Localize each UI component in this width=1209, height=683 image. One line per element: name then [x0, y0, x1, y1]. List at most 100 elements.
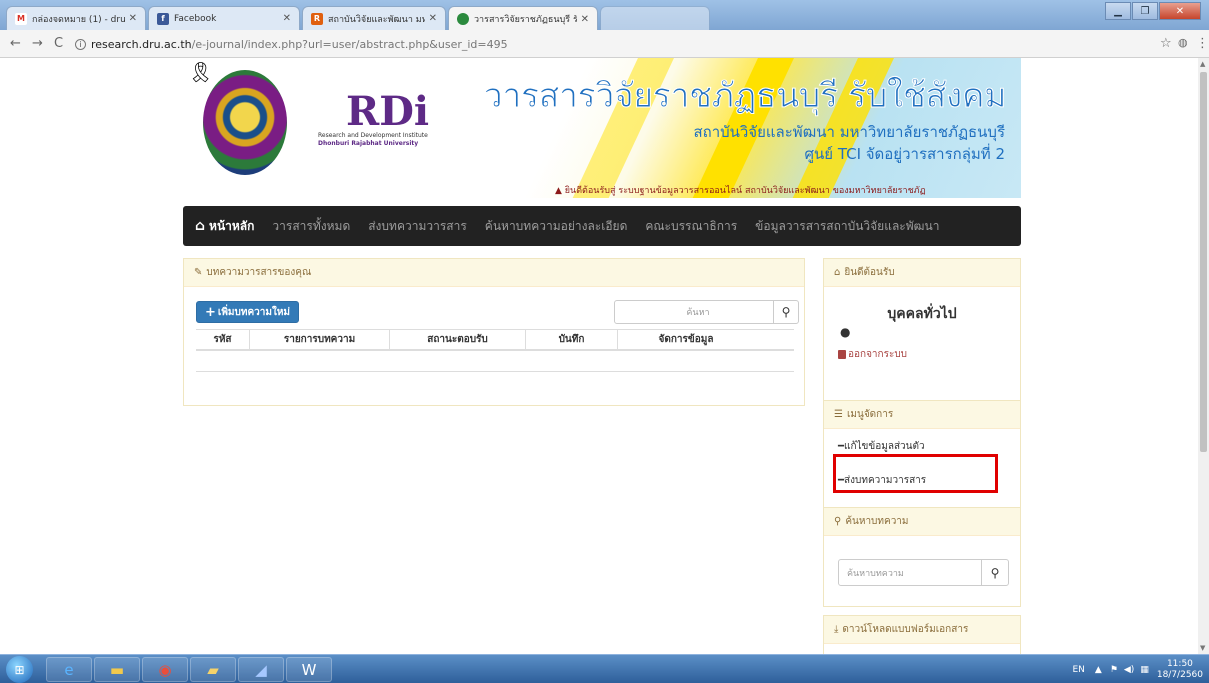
info-icon[interactable]: i [75, 38, 86, 50]
download-heading: ดาวน์โหลดแบบฟอร์มเอกสาร [842, 624, 969, 635]
network-icon[interactable]: ▦ [1140, 665, 1149, 675]
tray-arrow-icon[interactable]: ▲ [1095, 665, 1102, 675]
panel-heading: ⚲ ค้นหาบทความ [824, 508, 1020, 536]
rdi-icon: R [311, 12, 323, 25]
ie-icon[interactable]: e [46, 657, 92, 682]
tab-facebook[interactable]: f Facebook ✕ [148, 6, 300, 30]
panel-heading: ⤓ ดาวน์โหลดแบบฟอร์มเอกสาร [824, 616, 1020, 644]
plus-icon: + [205, 304, 216, 320]
close-window-button[interactable]: ✕ [1159, 2, 1201, 20]
back-icon[interactable]: ← [10, 36, 21, 51]
language-indicator[interactable]: EN [1072, 665, 1084, 675]
nav-submit-article[interactable]: ส่งบทความวารสาร [359, 217, 476, 236]
col-status: สถานะตอบรับ [390, 330, 526, 349]
forward-icon[interactable]: → [32, 36, 43, 51]
panel-heading: ☰ เมนูจัดการ [824, 401, 1020, 429]
tab-label: กล่องจดหมาย (1) - drujourn [32, 14, 125, 25]
close-icon[interactable]: ✕ [429, 13, 437, 24]
home-icon: ⌂ [834, 267, 841, 278]
sidebar-search-input[interactable]: ค้นหาบทความ [838, 559, 982, 586]
panel-heading: ✎ บทความวารสารของคุณ [184, 259, 804, 287]
close-icon[interactable]: ✕ [129, 13, 137, 24]
scroll-down-icon[interactable]: ▼ [1200, 644, 1205, 652]
close-icon[interactable]: ✕ [283, 13, 291, 24]
minimize-button[interactable]: ▁ [1105, 2, 1131, 20]
files-icon[interactable]: ▰ [190, 657, 236, 682]
url-field[interactable]: i research.dru.ac.th/e-journal/index.php… [75, 34, 1175, 54]
facebook-icon: f [157, 12, 169, 25]
maximize-button[interactable]: ❐ [1132, 2, 1158, 20]
search-icon[interactable]: ⚲ [773, 300, 799, 324]
extension-icon[interactable]: ◍ [1178, 36, 1188, 49]
nav-advanced-search[interactable]: ค้นหาบทความอย่างละเอียด [476, 217, 637, 236]
clock[interactable]: 11:50 18/7/2560 [1157, 659, 1203, 681]
nav-all-journals[interactable]: วารสารทั้งหมด [263, 217, 359, 236]
scroll-up-icon[interactable]: ▲ [1200, 60, 1205, 68]
reload-icon[interactable]: C [54, 36, 63, 51]
welcome-marquee: ▲ ยินดีต้อนรับสู่ ระบบฐานข้อมูลวารสารออน… [555, 186, 926, 196]
tab-label: Facebook [174, 13, 217, 24]
flag-icon[interactable]: ⚑ [1110, 665, 1118, 675]
welcome-heading: ยินดีต้อนรับ [844, 267, 895, 278]
mourning-ribbon-icon: 🎗 [188, 60, 214, 84]
journal-title: วารสารวิจัยราชภัฏธนบุรี รับใช้สังคม [483, 76, 1007, 117]
logout-link[interactable]: ออกจากระบบ [838, 347, 907, 362]
journal-icon [457, 13, 469, 25]
menu-edit-profile[interactable]: ━แก้ไขข้อมูลส่วนตัว [838, 439, 925, 454]
col-id: รหัส [196, 330, 250, 349]
menu-kebab-icon[interactable]: ⋮ [1196, 36, 1209, 51]
institute-name: สถาบันวิจัยและพัฒนา มหาวิทยาลัยราชภัฏธนบ… [693, 123, 1005, 141]
download-icon: ⤓ [834, 624, 839, 635]
rdi-logo: RDi Research and Development Institute D… [318, 88, 430, 168]
tab-rdi[interactable]: R สถาบันวิจัยและพัฒนา มหาวิ ✕ [302, 6, 446, 30]
search-heading: ค้นหาบทความ [845, 516, 909, 527]
bookmark-star-icon[interactable]: ☆ [1160, 36, 1172, 51]
close-icon[interactable]: ✕ [581, 14, 589, 25]
panel-heading: ⌂ ยินดีต้อนรับ [824, 259, 1020, 287]
paint-icon[interactable]: ◢ [238, 657, 284, 682]
articles-table-header: รหัส รายการบทความ สถานะตอบรับ บันทึก จัด… [196, 329, 794, 351]
my-articles-panel: ✎ บทความวารสารของคุณ + เพิ่มบทความใหม่ ค… [183, 258, 805, 406]
folder-icon[interactable]: ▬ [94, 657, 140, 682]
user-icon: ● [840, 325, 851, 339]
col-manage: จัดการข้อมูล [658, 334, 714, 345]
system-tray: EN ▲ ⚑ ◀) ▦ 11:50 18/7/2560 [1072, 655, 1203, 683]
volume-icon[interactable]: ◀) [1124, 665, 1134, 675]
rdi-logo-subtitle: Research and Development Institute [318, 132, 428, 139]
panel-title: บทความวารสารของคุณ [206, 267, 312, 278]
start-button[interactable]: ⊞ [6, 656, 33, 683]
gmail-icon: M [15, 12, 27, 25]
word-icon[interactable]: W [286, 657, 332, 682]
tab-label: วารสารวิจัยราชภัฏธนบุรี รับใ [474, 15, 577, 25]
col-article: รายการบทความ [250, 330, 390, 349]
search-icon[interactable]: ⚲ [981, 559, 1009, 586]
highlight-box [833, 454, 998, 493]
url-host: research.dru.ac.th [91, 37, 192, 51]
tab-journal[interactable]: วารสารวิจัยราชภัฏธนบุรี รับใ ✕ [448, 6, 598, 31]
scrollbar-thumb[interactable] [1200, 72, 1207, 452]
browser-tab-bar: M กล่องจดหมาย (1) - drujourn ✕ f Faceboo… [0, 0, 1209, 31]
add-article-label: เพิ่มบทความใหม่ [217, 306, 291, 318]
article-search-panel: ⚲ ค้นหาบทความ ค้นหาบทความ ⚲ [823, 507, 1021, 607]
clock-time: 11:50 [1166, 658, 1193, 669]
menu-heading: เมนูจัดการ [846, 409, 894, 420]
add-article-button[interactable]: + เพิ่มบทความใหม่ [196, 301, 300, 323]
tci-tier: ศูนย์ TCI จัดอยู่วารสารกลุ่มที่ 2 [804, 145, 1005, 163]
chrome-icon[interactable]: ◉ [142, 657, 188, 682]
journal-banner: 🎗 RDi Research and Development Institute… [183, 58, 1021, 198]
rdi-logo-text: RDi [346, 88, 430, 135]
university-seal-logo [203, 70, 287, 175]
clock-date: 18/7/2560 [1156, 669, 1203, 680]
nav-editorial-board[interactable]: คณะบรรณาธิการ [636, 217, 746, 236]
tab-label: สถาบันวิจัยและพัฒนา มหาวิ [328, 14, 425, 25]
page-scrollbar[interactable]: ▲ ▼ [1198, 58, 1209, 654]
nav-home[interactable]: ⌂ หน้าหลัก [183, 217, 263, 236]
lock-icon [838, 350, 846, 359]
list-icon: ☰ [834, 409, 843, 420]
article-search-input[interactable]: ค้นหา [614, 300, 774, 324]
tab-gmail[interactable]: M กล่องจดหมาย (1) - drujourn ✕ [6, 6, 146, 30]
table-divider [196, 371, 794, 372]
url-path: /e-journal/index.php?url=user/abstract.p… [191, 37, 508, 51]
new-tab-button[interactable] [600, 6, 710, 30]
nav-journal-info[interactable]: ข้อมูลวารสารสถาบันวิจัยและพัฒนา [746, 217, 948, 236]
